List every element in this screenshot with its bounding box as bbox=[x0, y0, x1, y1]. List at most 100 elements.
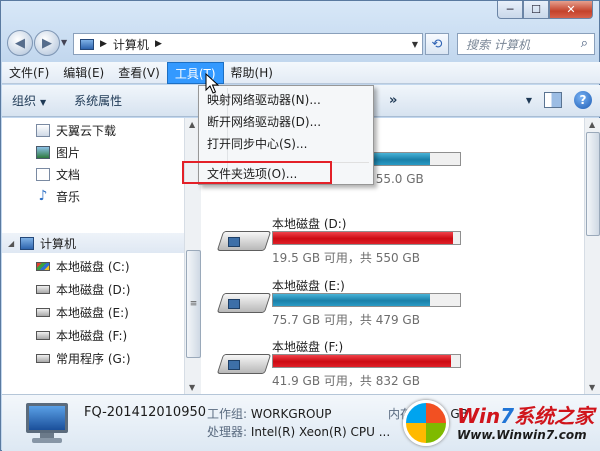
scrollbar-thumb[interactable] bbox=[586, 132, 600, 236]
drive-space-info: 41.9 GB 可用，共 832 GB bbox=[272, 374, 420, 388]
nav-item-pictures[interactable]: 图片 bbox=[36, 142, 80, 162]
nav-item-label: 本地磁盘 (E:) bbox=[56, 305, 129, 320]
forward-arrow-icon: ▶ bbox=[42, 35, 52, 51]
drive-space-info: 75.7 GB 可用，共 479 GB bbox=[272, 313, 420, 327]
hard-drive-icon bbox=[36, 307, 50, 317]
close-button[interactable]: ✕ bbox=[549, 1, 593, 19]
help-icon[interactable]: ? bbox=[574, 91, 592, 109]
drive-tile-d[interactable]: 本地磁盘 (D:) 19.5 GB 可用，共 550 GB bbox=[216, 215, 466, 273]
processor-row: 处理器: Intel(R) Xeon(R) CPU ... bbox=[207, 423, 390, 440]
nav-item-tianyi-download[interactable]: 天翼云下载 bbox=[36, 120, 116, 140]
drive-name: 本地磁盘 (F:) bbox=[272, 340, 344, 354]
hard-drive-icon bbox=[216, 221, 272, 259]
view-options-dropdown-icon[interactable]: ▼ bbox=[526, 96, 532, 105]
system-properties-button[interactable]: 系统属性 bbox=[64, 92, 132, 109]
hard-drive-icon bbox=[216, 344, 272, 382]
nav-item-drive-f[interactable]: 本地磁盘 (F:) bbox=[36, 325, 127, 345]
pictures-icon bbox=[36, 145, 50, 159]
address-bar[interactable]: ▶ 计算机 ▶ ▼ bbox=[73, 33, 423, 55]
watermark-brand-suffix: 系统之家 bbox=[514, 404, 595, 428]
nav-item-drive-g[interactable]: 常用程序 (G:) bbox=[36, 348, 131, 368]
menu-view[interactable]: 查看(V) bbox=[111, 62, 167, 84]
nav-item-label: 本地磁盘 (F:) bbox=[56, 328, 128, 343]
menu-file[interactable]: 文件(F) bbox=[2, 62, 56, 84]
folder-options-highlight bbox=[182, 161, 332, 184]
workgroup-value: WORKGROUP bbox=[250, 407, 332, 421]
preview-pane-icon[interactable] bbox=[544, 92, 562, 108]
nav-item-label: 常用程序 (G:) bbox=[56, 351, 131, 366]
watermark-brand-prefix: Win bbox=[457, 404, 501, 428]
music-icon: ♪ bbox=[38, 187, 48, 204]
drive-usage-fill bbox=[273, 232, 454, 244]
breadcrumb-computer[interactable]: 计算机 bbox=[113, 36, 149, 53]
main-scrollbar[interactable]: ▲ ▼ bbox=[584, 118, 600, 394]
nav-item-label: 图片 bbox=[56, 145, 81, 160]
hard-drive-icon bbox=[36, 284, 50, 294]
workgroup-row: 工作组: WORKGROUP bbox=[207, 405, 332, 422]
nav-item-label: 本地磁盘 (D:) bbox=[56, 282, 131, 297]
organize-button[interactable]: 组织 ▼ bbox=[2, 92, 56, 109]
hard-drive-icon bbox=[216, 283, 272, 321]
nav-item-label: 计算机 bbox=[40, 236, 77, 251]
maximize-button[interactable]: ☐ bbox=[523, 1, 549, 19]
breadcrumb-separator-icon[interactable]: ▶ bbox=[155, 39, 162, 49]
menu-edit[interactable]: 编辑(E) bbox=[56, 62, 111, 84]
scroll-up-icon[interactable]: ▲ bbox=[589, 120, 595, 129]
computer-monitor-icon bbox=[26, 403, 68, 433]
drive-usage-fill bbox=[273, 355, 451, 367]
organize-label: 组织 bbox=[12, 94, 37, 108]
address-dropdown-icon[interactable]: ▼ bbox=[412, 40, 418, 49]
open-sync-center-item[interactable]: 打开同步中心(S)... bbox=[207, 134, 367, 154]
forward-button[interactable]: ▶ bbox=[34, 30, 60, 56]
scroll-up-icon[interactable]: ▲ bbox=[189, 120, 195, 129]
hard-drive-icon bbox=[36, 330, 50, 340]
processor-value: Intel(R) Xeon(R) CPU ... bbox=[250, 425, 391, 439]
computer-name: FQ-201412010950 bbox=[84, 405, 207, 420]
back-button[interactable]: ◀ bbox=[7, 30, 33, 56]
drive-usage-bar bbox=[272, 293, 461, 307]
collapse-arrow-icon[interactable]: ◢ bbox=[8, 239, 14, 248]
nav-item-label: 文档 bbox=[56, 167, 81, 182]
nav-item-label: 本地磁盘 (C:) bbox=[56, 259, 130, 274]
mouse-cursor-icon bbox=[205, 73, 219, 94]
nav-item-music[interactable]: ♪ 音乐 bbox=[36, 186, 80, 206]
disconnect-network-drive-item[interactable]: 断开网络驱动器(D)... bbox=[207, 112, 367, 132]
explorer-window: ─ ☐ ✕ ◀ ▶ ▼ ▶ 计算机 ▶ ▼ ⟲ 搜索 计算机 ⌕ 文件(F) 编… bbox=[0, 0, 600, 451]
windows-flag-icon bbox=[403, 400, 449, 446]
hard-drive-icon bbox=[36, 353, 50, 363]
refresh-button[interactable]: ⟲ bbox=[425, 33, 449, 55]
nav-item-drive-e[interactable]: 本地磁盘 (E:) bbox=[36, 302, 129, 322]
monitor-base bbox=[32, 438, 62, 443]
chevron-down-icon: ▼ bbox=[40, 98, 47, 107]
drive-tile-f[interactable]: 本地磁盘 (F:) 41.9 GB 可用，共 832 GB bbox=[216, 338, 466, 396]
nav-item-drive-c[interactable]: 本地磁盘 (C:) bbox=[36, 256, 130, 276]
drive-name: 本地磁盘 (E:) bbox=[272, 279, 345, 293]
scrollbar-thumb[interactable]: ≡ bbox=[186, 250, 201, 358]
watermark-url: Www.Winwin7.com bbox=[457, 428, 587, 442]
back-arrow-icon: ◀ bbox=[15, 35, 25, 51]
watermark-brand-seven: 7 bbox=[500, 404, 515, 428]
more-commands-button[interactable]: » bbox=[389, 93, 397, 108]
computer-icon bbox=[20, 236, 34, 250]
caption-buttons: ─ ☐ ✕ bbox=[497, 1, 593, 20]
search-input[interactable]: 搜索 计算机 ⌕ bbox=[457, 33, 595, 55]
navigation-pane: 天翼云下载 图片 文档 ♪ 音乐 ◢ 计算机 本地磁盘 (C:) 本地磁盘 (D… bbox=[2, 118, 184, 394]
search-placeholder: 搜索 计算机 bbox=[466, 37, 530, 52]
search-icon[interactable]: ⌕ bbox=[581, 36, 588, 51]
scroll-down-icon[interactable]: ▼ bbox=[589, 383, 595, 392]
recent-pages-dropdown-icon[interactable]: ▼ bbox=[61, 38, 67, 47]
nav-item-documents[interactable]: 文档 bbox=[36, 164, 80, 184]
toolbar-right: ▼ ? bbox=[526, 91, 592, 109]
nav-item-drive-d[interactable]: 本地磁盘 (D:) bbox=[36, 279, 130, 299]
watermark-brand: Win7系统之家 bbox=[457, 400, 594, 429]
drive-space-info: 19.5 GB 可用，共 550 GB bbox=[272, 251, 420, 265]
drive-tile-e[interactable]: 本地磁盘 (E:) 75.7 GB 可用，共 479 GB bbox=[216, 277, 466, 335]
site-watermark-logo: Win7系统之家 Www.Winwin7.com bbox=[401, 398, 599, 450]
scroll-down-icon[interactable]: ▼ bbox=[189, 383, 195, 392]
minimize-button[interactable]: ─ bbox=[497, 1, 523, 19]
map-network-drive-item[interactable]: 映射网络驱动器(N)... bbox=[207, 90, 367, 110]
breadcrumb-separator-icon[interactable]: ▶ bbox=[100, 39, 107, 49]
menu-help[interactable]: 帮助(H) bbox=[224, 62, 280, 84]
documents-icon bbox=[36, 167, 50, 181]
nav-item-computer[interactable]: ◢ 计算机 bbox=[2, 233, 184, 253]
